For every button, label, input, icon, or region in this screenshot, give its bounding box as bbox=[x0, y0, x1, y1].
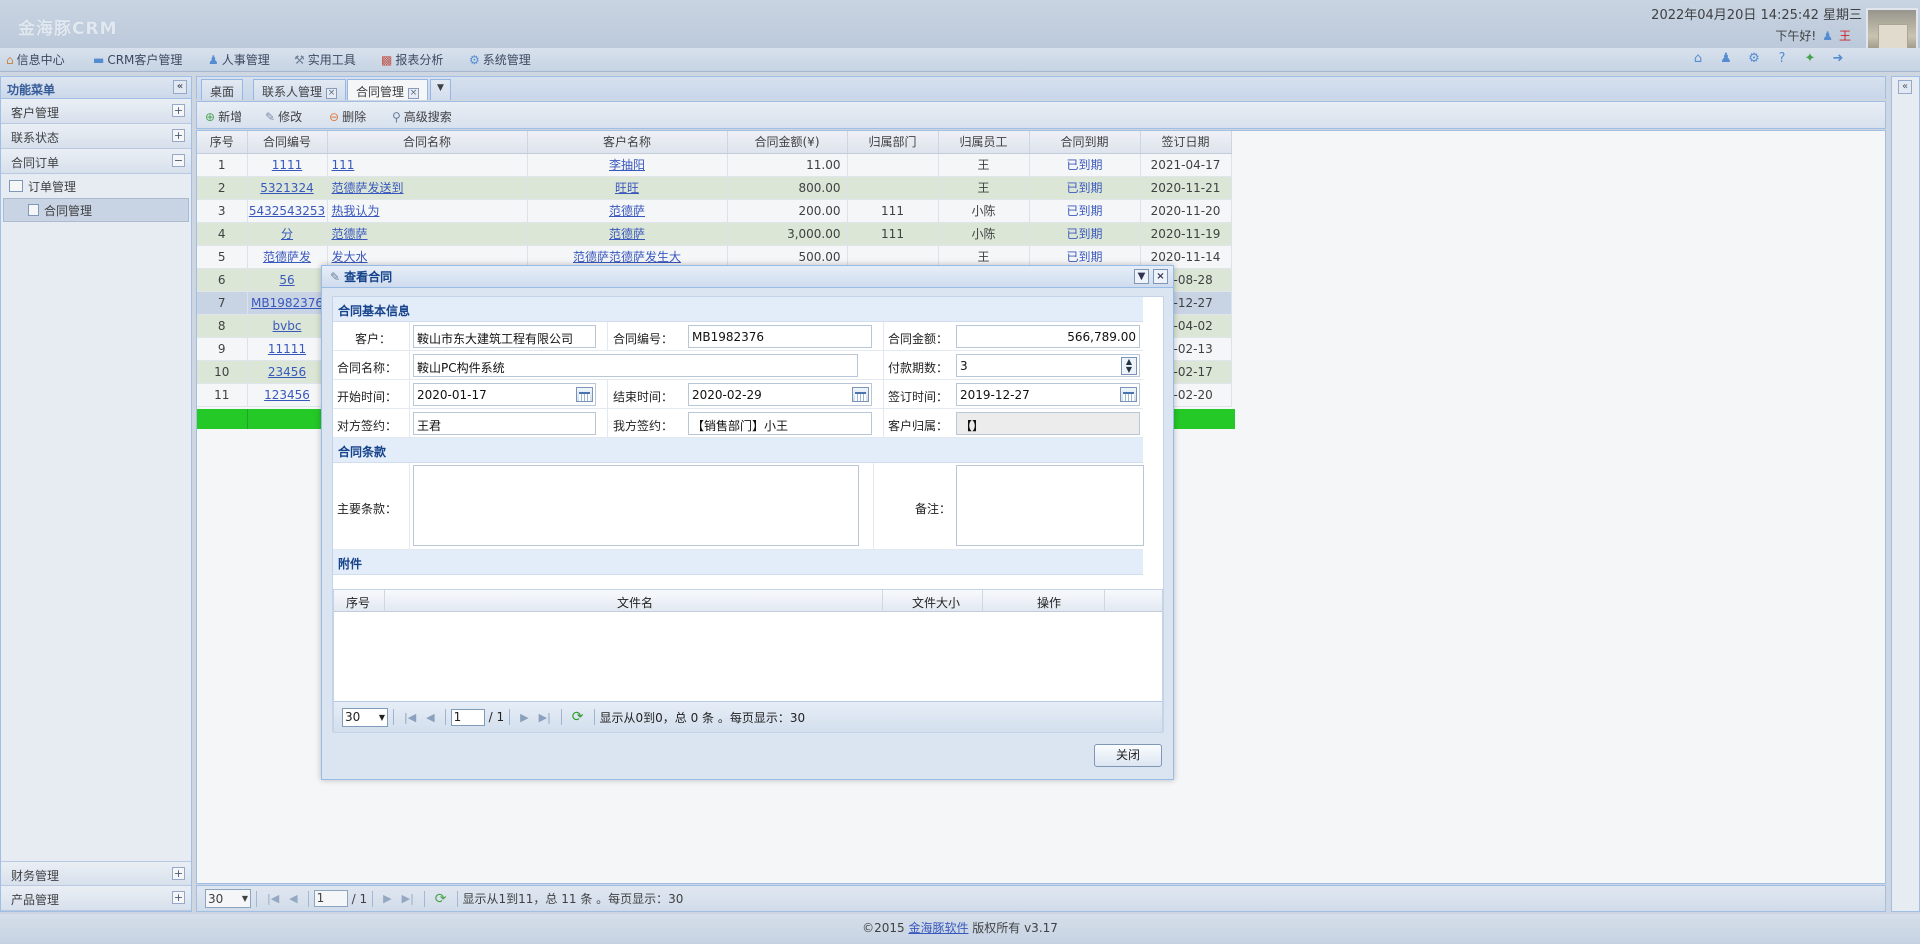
close-icon[interactable]: × bbox=[1153, 269, 1168, 284]
installments-field[interactable]: 3 ▲ ▼ bbox=[956, 354, 1140, 377]
start-date-label: 开始时间： bbox=[337, 390, 398, 404]
calendar-icon[interactable] bbox=[576, 387, 593, 402]
page-size-select[interactable]: 30 ▼ bbox=[342, 707, 388, 727]
total-pages: / 1 bbox=[488, 710, 505, 724]
prev-page-icon[interactable]: ◀ bbox=[426, 711, 434, 724]
sign-date-label: 签订时间： bbox=[888, 390, 949, 404]
customer-label: 客户： bbox=[354, 332, 391, 346]
amount-label: 合同金额： bbox=[888, 332, 949, 346]
separator bbox=[593, 709, 595, 725]
end-date-label: 结束时间： bbox=[613, 390, 674, 404]
attachment-pager: 30 ▼ |◀ ◀ 1 / 1 ▶ ▶| ⟳ 显示从0到0，总 0 条 。每页显示… bbox=[334, 701, 1162, 732]
chevron-down-icon: ▼ bbox=[378, 712, 385, 722]
start-date-value: 2020-01-17 bbox=[417, 388, 487, 402]
divider bbox=[883, 351, 884, 380]
owner-field[interactable]: 【】 bbox=[956, 412, 1140, 435]
installments-label: 付款期数： bbox=[888, 361, 949, 375]
separator bbox=[393, 709, 394, 725]
page-size-value: 30 bbox=[345, 710, 361, 724]
sign-date-value: 2019-12-27 bbox=[960, 388, 1030, 402]
start-date-field[interactable]: 2020-01-17 bbox=[413, 383, 596, 406]
separator bbox=[509, 709, 511, 725]
owner-label: 客户归属： bbox=[888, 419, 949, 433]
page-number-input[interactable]: 1 bbox=[450, 708, 485, 726]
divider bbox=[409, 322, 410, 351]
our-signer-field[interactable]: 【销售部门】小王 bbox=[688, 412, 872, 435]
form-row: 对方签约： 王君 我方签约： 【销售部门】小王 客户归属： 【】 bbox=[333, 409, 1143, 438]
pager-info: 显示从0到0，总 0 条 。每页显示：30 bbox=[599, 710, 806, 725]
form-row-terms: 主要条款： 备注： bbox=[333, 463, 1144, 550]
dialog-body: 合同基本信息 客户： 鞍山市东大建筑工程有限公司 合同编号： MB1982376… bbox=[332, 296, 1164, 733]
amount-field[interactable]: 566,789.00 bbox=[956, 325, 1140, 348]
divider bbox=[607, 380, 608, 409]
customer-field[interactable]: 鞍山市东大建筑工程有限公司 bbox=[413, 325, 596, 348]
divider bbox=[409, 351, 410, 380]
spinner-icon[interactable]: ▲ ▼ bbox=[1121, 357, 1137, 375]
divider bbox=[982, 590, 983, 612]
separator bbox=[444, 709, 446, 725]
contract-name-field[interactable]: 鞍山PC构件系统 bbox=[413, 354, 858, 377]
divider bbox=[883, 380, 884, 409]
divider bbox=[873, 463, 874, 550]
close-button[interactable]: 关闭 bbox=[1094, 744, 1162, 767]
calendar-icon[interactable] bbox=[1120, 387, 1137, 402]
section-attachments: 附件 bbox=[333, 550, 1143, 575]
section-terms: 合同条款 bbox=[333, 438, 1143, 463]
end-date-field[interactable]: 2020-02-29 bbox=[688, 383, 872, 406]
contract-name-label: 合同名称： bbox=[337, 361, 398, 375]
their-signer-label: 对方签约： bbox=[337, 419, 398, 433]
divider bbox=[883, 409, 884, 438]
main-terms-textarea[interactable] bbox=[413, 465, 859, 546]
calendar-icon[interactable] bbox=[852, 387, 869, 402]
first-page-icon[interactable]: |◀ bbox=[404, 711, 416, 724]
end-date-value: 2020-02-29 bbox=[692, 388, 762, 402]
attachment-header-row: 序号 文件名 文件大小 操作 bbox=[334, 590, 1162, 612]
section-basic-info: 合同基本信息 bbox=[333, 297, 1143, 322]
col-header[interactable]: 操作 bbox=[1037, 594, 1061, 611]
form-row: 合同名称： 鞍山PC构件系统 付款期数： 3 ▲ ▼ bbox=[333, 351, 1143, 380]
remarks-textarea[interactable] bbox=[956, 465, 1144, 546]
divider bbox=[607, 409, 608, 438]
edit-icon: ✎ bbox=[330, 269, 341, 284]
dialog-header: ✎ 查看合同 ▼ × bbox=[322, 266, 1173, 288]
chevron-down-icon[interactable]: ▼ bbox=[1134, 269, 1149, 284]
divider bbox=[409, 380, 410, 409]
separator bbox=[560, 709, 562, 725]
divider bbox=[384, 590, 385, 612]
divider bbox=[882, 590, 883, 612]
col-header[interactable]: 序号 bbox=[346, 594, 370, 611]
next-page-icon[interactable]: ▶ bbox=[520, 711, 528, 724]
divider bbox=[607, 322, 608, 351]
dialog-title: 查看合同 bbox=[344, 270, 393, 284]
main-terms-label: 主要条款： bbox=[337, 502, 398, 516]
installments-value: 3 bbox=[960, 359, 968, 373]
remarks-label: 备注： bbox=[914, 502, 951, 516]
refresh-icon[interactable]: ⟳ bbox=[572, 709, 584, 725]
divider bbox=[409, 409, 410, 438]
their-signer-field[interactable]: 王君 bbox=[413, 412, 596, 435]
sign-date-field[interactable]: 2019-12-27 bbox=[956, 383, 1140, 406]
our-signer-label: 我方签约： bbox=[613, 419, 674, 433]
divider bbox=[1104, 590, 1105, 612]
form-row: 开始时间： 2020-01-17 结束时间： 2020-02-29 签订时间： … bbox=[333, 380, 1143, 409]
divider bbox=[883, 322, 884, 351]
contract-no-label: 合同编号： bbox=[613, 332, 674, 346]
contract-no-field[interactable]: MB1982376 bbox=[688, 325, 872, 348]
col-header[interactable]: 文件大小 bbox=[912, 594, 960, 611]
view-contract-dialog: ✎ 查看合同 ▼ × 合同基本信息 客户： 鞍山市东大建筑工程有限公司 合同编号… bbox=[321, 265, 1174, 780]
attachment-grid: 序号 文件名 文件大小 操作 30 ▼ |◀ ◀ 1 / 1 ▶ ▶| ⟳ 显示… bbox=[333, 589, 1163, 733]
last-page-icon[interactable]: ▶| bbox=[539, 711, 551, 724]
divider bbox=[409, 463, 410, 550]
form-row: 客户： 鞍山市东大建筑工程有限公司 合同编号： MB1982376 合同金额： … bbox=[333, 322, 1143, 351]
col-header[interactable]: 文件名 bbox=[617, 594, 653, 611]
